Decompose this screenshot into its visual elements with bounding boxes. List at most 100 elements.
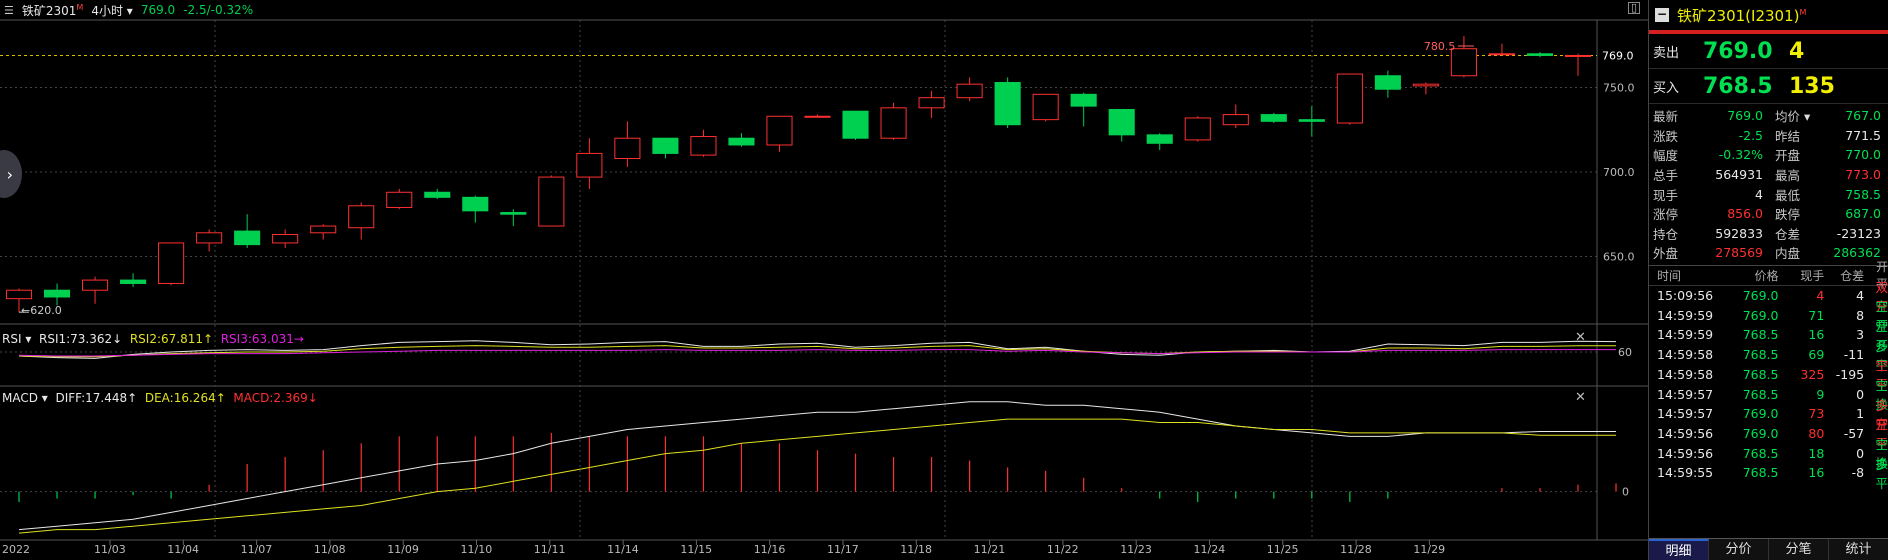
rsi-legend: RSI ▾ RSI1:73.362↓ RSI2:67.811↑ RSI3:63.…: [2, 332, 304, 346]
rsi-series-line: [18, 349, 1616, 357]
candle-body: [1070, 93, 1097, 107]
quote-row: 现手 4 最低 758.5: [1653, 184, 1884, 204]
quote-grid: 最新 769.0 均价 ▾ 767.0 涨跌 -2.5 昨结 771.5 幅度 -0.32% 开盘 7…: [1649, 104, 1888, 266]
tab-trades[interactable]: 分笔: [1769, 539, 1829, 560]
tick-vol: 325: [1800, 366, 1825, 382]
quote-label-2: 昨结: [1775, 128, 1801, 144]
sell-qty: 4: [1789, 38, 1805, 64]
tick-price: 769.0: [1742, 307, 1779, 323]
tick-time: 14:59:58: [1657, 366, 1714, 382]
candle-body: [196, 232, 223, 244]
candle-body: [766, 115, 793, 146]
x-tick-label: 11/11: [534, 543, 566, 556]
tick-row[interactable]: 14:59:58 768.5 325 -195 空平: [1649, 358, 1888, 392]
candle-body: [1488, 53, 1515, 56]
tick-row[interactable]: 14:59:57 769.0 73 1 多开: [1649, 398, 1888, 432]
tick-vol: 16: [1808, 327, 1825, 343]
buy-price: 768.5: [1703, 73, 1773, 99]
chart-canvas[interactable]: 750.0 700.0 650.0 769.0 780.5 ←620.0 60 0 2022 11…: [0, 0, 1648, 560]
sell-label: 卖出: [1653, 45, 1680, 61]
chevron-right-icon: ›: [6, 164, 13, 184]
candle-body: [82, 279, 109, 291]
quote-label: 最新: [1653, 109, 1679, 125]
tick-row[interactable]: 14:59:56 768.5 18 0 空换: [1649, 437, 1888, 471]
macd-indicator-selector[interactable]: MACD ▾: [2, 391, 48, 405]
tick-oi: -11: [1843, 347, 1865, 363]
chart-area[interactable]: 750.0 700.0 650.0 769.0 780.5 ←620.0 60 0 2022 11…: [0, 0, 1648, 560]
quote-label: 外盘: [1653, 246, 1679, 262]
candle-body: [652, 137, 679, 154]
quote-row: 涨停 856.0 跌停 687.0: [1653, 204, 1884, 224]
tab-price-dist[interactable]: 分价: [1709, 539, 1769, 560]
toggle-panel-icon[interactable]: ▯: [1628, 2, 1640, 14]
tick-oi: 8: [1856, 307, 1865, 323]
tick-time: 14:59:56: [1657, 445, 1714, 461]
y-tick-label: 650.0: [1603, 250, 1635, 263]
tick-time: 14:59:57: [1657, 406, 1714, 422]
candle-body: [1374, 75, 1401, 90]
quote-label: 幅度: [1653, 148, 1679, 164]
sell-row: 卖出 769.0 4: [1649, 34, 1888, 69]
minus-icon[interactable]: −: [1655, 8, 1669, 22]
tick-price: 768.5: [1742, 347, 1779, 363]
y-tick-label: 700.0: [1603, 166, 1635, 179]
tick-row[interactable]: 15:09:56 769.0 4 4 双开: [1649, 280, 1888, 314]
macd-legend: MACD ▾ DIFF:17.448↑ DEA:16.264↑ MACD:2.3…: [2, 391, 318, 405]
tick-row[interactable]: 14:59:56 769.0 80 -57 空平: [1649, 417, 1888, 451]
x-tick-label: 11/25: [1267, 543, 1299, 556]
candle-body: [690, 136, 717, 156]
quote-panel: − 铁矿2301(I2301)M 卖出 769.0 4 买入 768.5 135…: [1648, 0, 1888, 560]
tab-details[interactable]: 明细: [1649, 539, 1709, 560]
tick-row[interactable]: 14:59:58 768.5 69 -11 多平: [1649, 339, 1888, 373]
tab-stats[interactable]: 统计: [1829, 539, 1888, 560]
quote-row: 幅度 -0.32% 开盘 770.0: [1653, 145, 1884, 165]
candle-body: [424, 191, 451, 198]
diff-value: DIFF:17.448↑: [55, 391, 138, 405]
tick-row[interactable]: 14:59:55 768.5 16 -8 多平: [1649, 457, 1888, 491]
quote-value: 856.0: [1727, 206, 1763, 222]
quote-label: 持仓: [1653, 226, 1679, 242]
quote-value-2: -23123: [1836, 225, 1881, 241]
rsi2-value: RSI2:67.811↑: [129, 332, 214, 346]
quote-value: 592833: [1715, 225, 1763, 241]
tick-row[interactable]: 14:59:59 768.5 16 3 空开: [1649, 319, 1888, 353]
candle-body: [120, 279, 147, 284]
quote-value-2: 773.0: [1845, 167, 1881, 183]
candle-body: [272, 233, 299, 244]
macd-value: MACD:2.369↓: [233, 391, 318, 405]
quote-row: 最新 769.0 均价 ▾ 767.0: [1653, 106, 1884, 126]
quote-value-2: 770.0: [1845, 147, 1881, 163]
x-tick-label: 11/09: [387, 543, 419, 556]
x-tick-label: 11/03: [94, 543, 126, 556]
macd-close-icon[interactable]: ✕: [1575, 390, 1586, 405]
tick-row[interactable]: 14:59:57 768.5 9 0 空换: [1649, 378, 1888, 412]
quote-row: 涨跌 -2.5 昨结 771.5: [1653, 126, 1884, 146]
tick-row[interactable]: 14:59:59 769.0 71 8 空开: [1649, 299, 1888, 333]
last-price: 769.0: [140, 3, 176, 17]
dea-value: DEA:16.264↑: [144, 391, 226, 405]
buy-qty: 135: [1789, 73, 1835, 99]
rsi-close-icon[interactable]: ✕: [1575, 330, 1586, 345]
candle-body: [576, 152, 603, 178]
rsi-indicator-selector[interactable]: RSI ▾: [2, 332, 31, 346]
candle-body: [43, 289, 71, 298]
quote-label: 涨停: [1653, 207, 1679, 223]
ticks-header: 时间 价格 现手 仓差 开平: [1649, 260, 1888, 291]
candle-body: [880, 107, 907, 139]
candle-body: [1146, 134, 1173, 144]
tick-time: 14:59:55: [1657, 465, 1714, 481]
tick-oi: 1: [1856, 406, 1865, 422]
period-selector[interactable]: 4小时 ▾: [91, 2, 133, 19]
candle-body: [348, 205, 375, 229]
chart-topbar: ☰ 铁矿2301M 4小时 ▾ 769.0 -2.5/-0.32%: [0, 0, 1648, 20]
quote-value-2: 767.0: [1845, 108, 1881, 124]
quote-label: 总手: [1653, 168, 1679, 184]
price-change: -2.5/-0.32%: [183, 3, 254, 17]
caret-down-icon[interactable]: ▾: [1804, 109, 1810, 124]
ticks-list[interactable]: 15:09:56 769.0 4 4 双开 14:59:59 769.0 71 8 空开 14:59…: [1649, 280, 1888, 491]
last-price-label: 769.0: [1602, 49, 1634, 62]
tick-oi: 0: [1856, 445, 1865, 461]
menu-lines-icon[interactable]: ☰: [4, 4, 14, 17]
symbol-selector[interactable]: 铁矿2301M: [22, 2, 83, 19]
quote-value: -2.5: [1738, 127, 1763, 143]
